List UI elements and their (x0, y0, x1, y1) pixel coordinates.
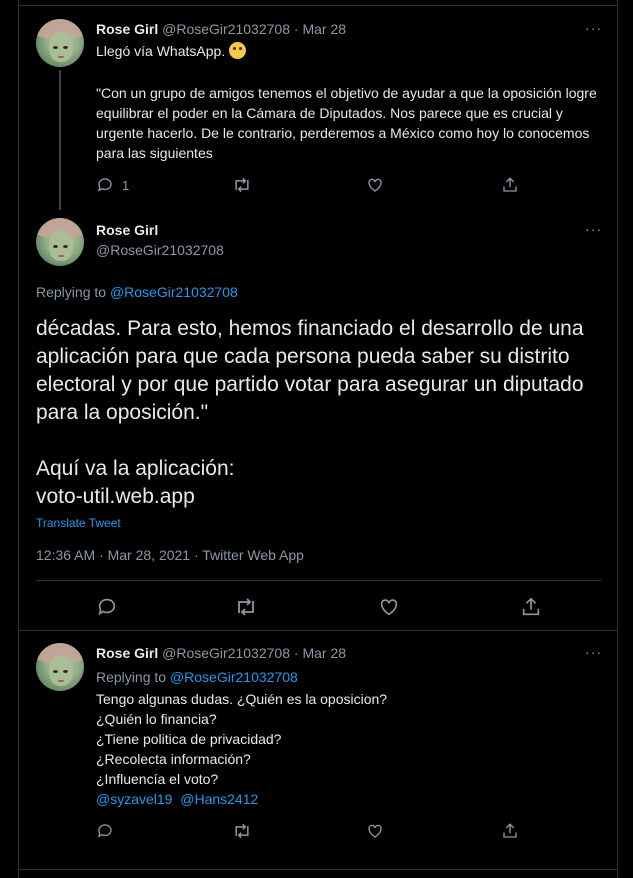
top-divider (19, 5, 617, 6)
emoji-icon (229, 42, 247, 59)
tweet-text: Tengo algunas dudas. ¿Quién es la oposic… (96, 689, 601, 809)
reply-button[interactable] (96, 822, 114, 840)
tweet-line: ¿Recolecta información? (96, 751, 251, 767)
replying-to: Replying to @RoseGir21032708 (96, 669, 298, 685)
like-icon (368, 178, 382, 192)
separator-dot: · (293, 21, 299, 37)
replying-to: Replying to @RoseGir21032708 (36, 284, 238, 300)
tweet-quote-text: "Con un grupo de amigos tenemos el objet… (96, 85, 597, 161)
author-name[interactable]: Rose Girl (96, 645, 158, 661)
mention-link[interactable]: @Hans2412 (180, 791, 258, 807)
retweet-button[interactable] (232, 176, 252, 194)
more-icon[interactable]: ··· (585, 20, 602, 36)
share-icon (503, 823, 517, 838)
separator-dot: · (293, 645, 299, 661)
tweet-author[interactable]: Rose Girl @RoseGir21032708 · Mar 28 (96, 645, 346, 661)
more-icon[interactable]: ··· (585, 221, 602, 237)
author-name[interactable]: Rose Girl (96, 21, 158, 37)
like-button[interactable] (366, 822, 384, 840)
retweet-icon (238, 598, 254, 616)
share-button[interactable] (501, 176, 519, 194)
replying-to-link[interactable]: @RoseGir21032708 (110, 284, 238, 300)
tweet-line: ¿Quién lo financia? (96, 711, 217, 727)
tweet-line: Tengo algunas dudas. ¿Quién es la oposic… (96, 691, 388, 707)
avatar[interactable] (36, 19, 84, 67)
avatar[interactable] (36, 643, 84, 691)
like-button[interactable] (378, 596, 400, 618)
thread-line (59, 70, 61, 210)
replying-prefix: Replying to (96, 669, 167, 685)
tweet-body: décadas. Para esto, hemos financiado el … (36, 317, 584, 424)
replying-to-link[interactable]: @RoseGir21032708 (170, 669, 298, 685)
tweet-author[interactable]: Rose Girl @RoseGir21032708 · Mar 28 (96, 21, 346, 37)
tweet-text: Llegó vía WhatsApp. (96, 41, 601, 61)
like-button[interactable] (366, 176, 384, 194)
reply-icon (97, 178, 112, 192)
like-icon (380, 599, 398, 616)
tweet-date[interactable]: Mar 28 (302, 645, 346, 661)
avatar[interactable] (36, 218, 84, 266)
tweet-date[interactable]: Mar 28 (302, 21, 346, 37)
retweet-button[interactable] (234, 596, 258, 618)
author-name[interactable]: Rose Girl (96, 222, 158, 238)
author-handle[interactable]: @RoseGir21032708 (162, 21, 290, 37)
reply-button[interactable]: 1 (96, 176, 129, 194)
tweet-line: ¿Influencía el voto? (96, 771, 219, 787)
reply-count: 1 (122, 177, 130, 193)
more-icon[interactable]: ··· (585, 644, 602, 660)
timeline-column: Rose Girl @RoseGir21032708 · Mar 28 ··· … (18, 0, 618, 878)
share-icon (503, 177, 517, 192)
divider (19, 869, 617, 870)
author-handle[interactable]: @RoseGir21032708 (96, 242, 224, 258)
mention-link[interactable]: @syzavel19 (96, 791, 172, 807)
retweet-icon (235, 177, 249, 193)
mentions: @syzavel19 @Hans2412 (96, 789, 601, 809)
author-handle[interactable]: @RoseGir21032708 (162, 645, 290, 661)
reply-icon (98, 598, 116, 615)
replying-prefix: Replying to (36, 284, 107, 300)
like-icon (368, 824, 382, 838)
tweet-timestamp[interactable]: 12:36 AM · Mar 28, 2021 · Twitter Web Ap… (36, 547, 304, 563)
tweet-line: Llegó vía WhatsApp. (96, 43, 226, 59)
retweet-button[interactable] (232, 822, 252, 840)
translate-tweet-link[interactable]: Translate Tweet (36, 516, 121, 530)
retweet-icon (235, 823, 249, 839)
divider (36, 580, 601, 581)
tweet-line: ¿Tiene politica de privacidad? (96, 731, 282, 747)
tweet-body-line: Aquí va la aplicación: (36, 457, 235, 480)
reply-icon (97, 824, 112, 838)
app-link[interactable]: voto-util.web.app (36, 483, 195, 511)
reply-button[interactable] (96, 596, 118, 618)
share-icon (522, 597, 540, 616)
divider (19, 630, 617, 631)
share-button[interactable] (520, 596, 542, 618)
share-button[interactable] (501, 822, 519, 840)
